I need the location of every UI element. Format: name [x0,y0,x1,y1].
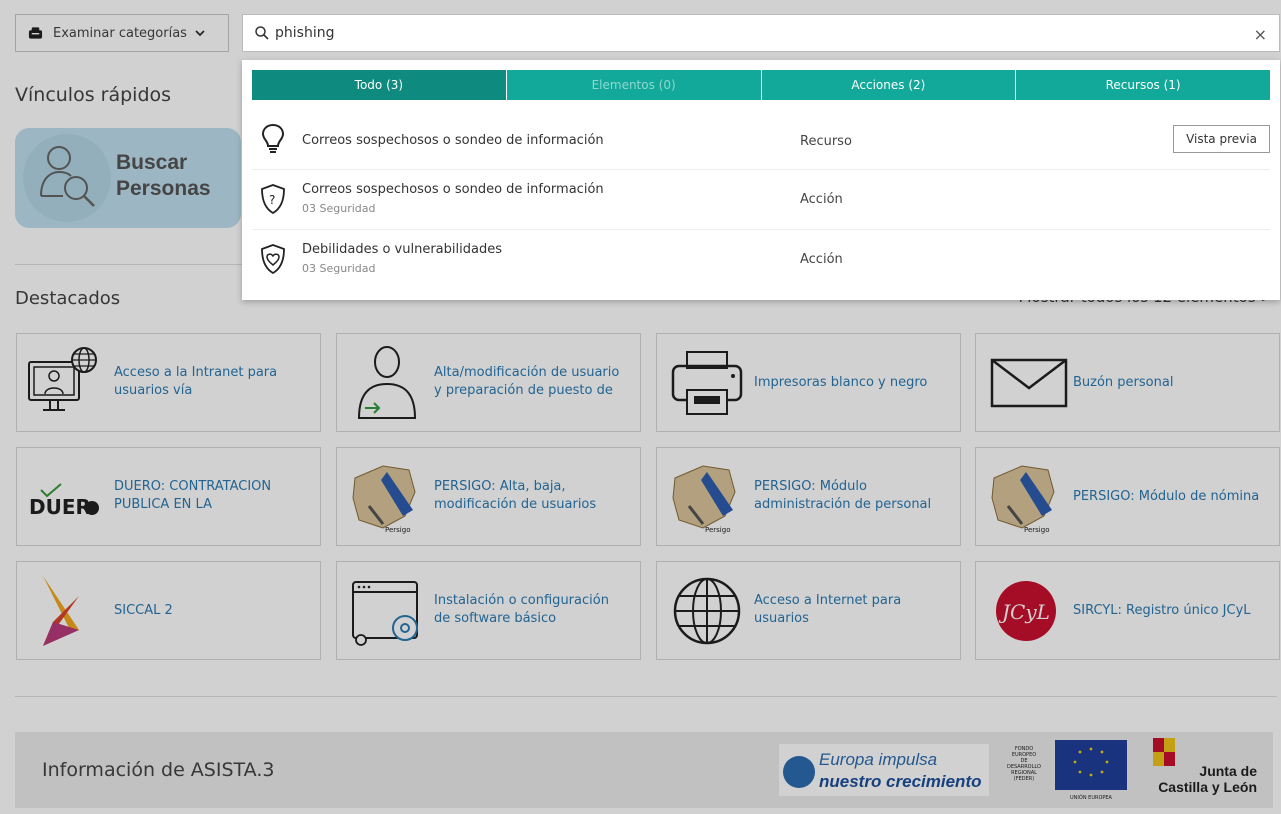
tab-actions[interactable]: Acciones (2) [761,70,1017,100]
result-title: Correos sospechosos o sondeo de informac… [302,182,604,197]
shield-heart-icon [261,244,285,275]
search-query: phishing [275,25,335,41]
search-input[interactable]: phishing × [242,14,1280,52]
tab-elements[interactable]: Elementos (0) [506,70,762,100]
result-title: Correos sospechosos o sondeo de informac… [302,133,604,148]
result-type: Acción [800,252,843,267]
tab-all[interactable]: Todo (3) [252,70,507,100]
result-type: Recurso [800,134,852,149]
results-tabs: Todo (3) Elementos (0) Acciones (2) Recu… [252,70,1270,100]
preview-button[interactable]: Vista previa [1173,125,1270,153]
shield-question-icon: ? [261,184,285,215]
result-row[interactable]: Debilidades o vulnerabilidades 03 Seguri… [252,230,1270,290]
result-subtitle: 03 Seguridad [302,202,376,215]
tab-resources[interactable]: Recursos (1) [1016,70,1270,100]
search-results-dropdown: Todo (3) Elementos (0) Acciones (2) Recu… [242,60,1280,300]
result-subtitle: 03 Seguridad [302,262,376,275]
search-icon [255,26,269,40]
result-row[interactable]: ? Correos sospechosos o sondeo de inform… [252,170,1270,230]
result-title: Debilidades o vulnerabilidades [302,242,502,257]
svg-text:?: ? [269,193,275,207]
lightbulb-icon [261,123,285,153]
clear-icon[interactable]: × [1254,25,1267,44]
result-type: Acción [800,192,843,207]
result-row[interactable]: Correos sospechosos o sondeo de informac… [252,110,1270,170]
